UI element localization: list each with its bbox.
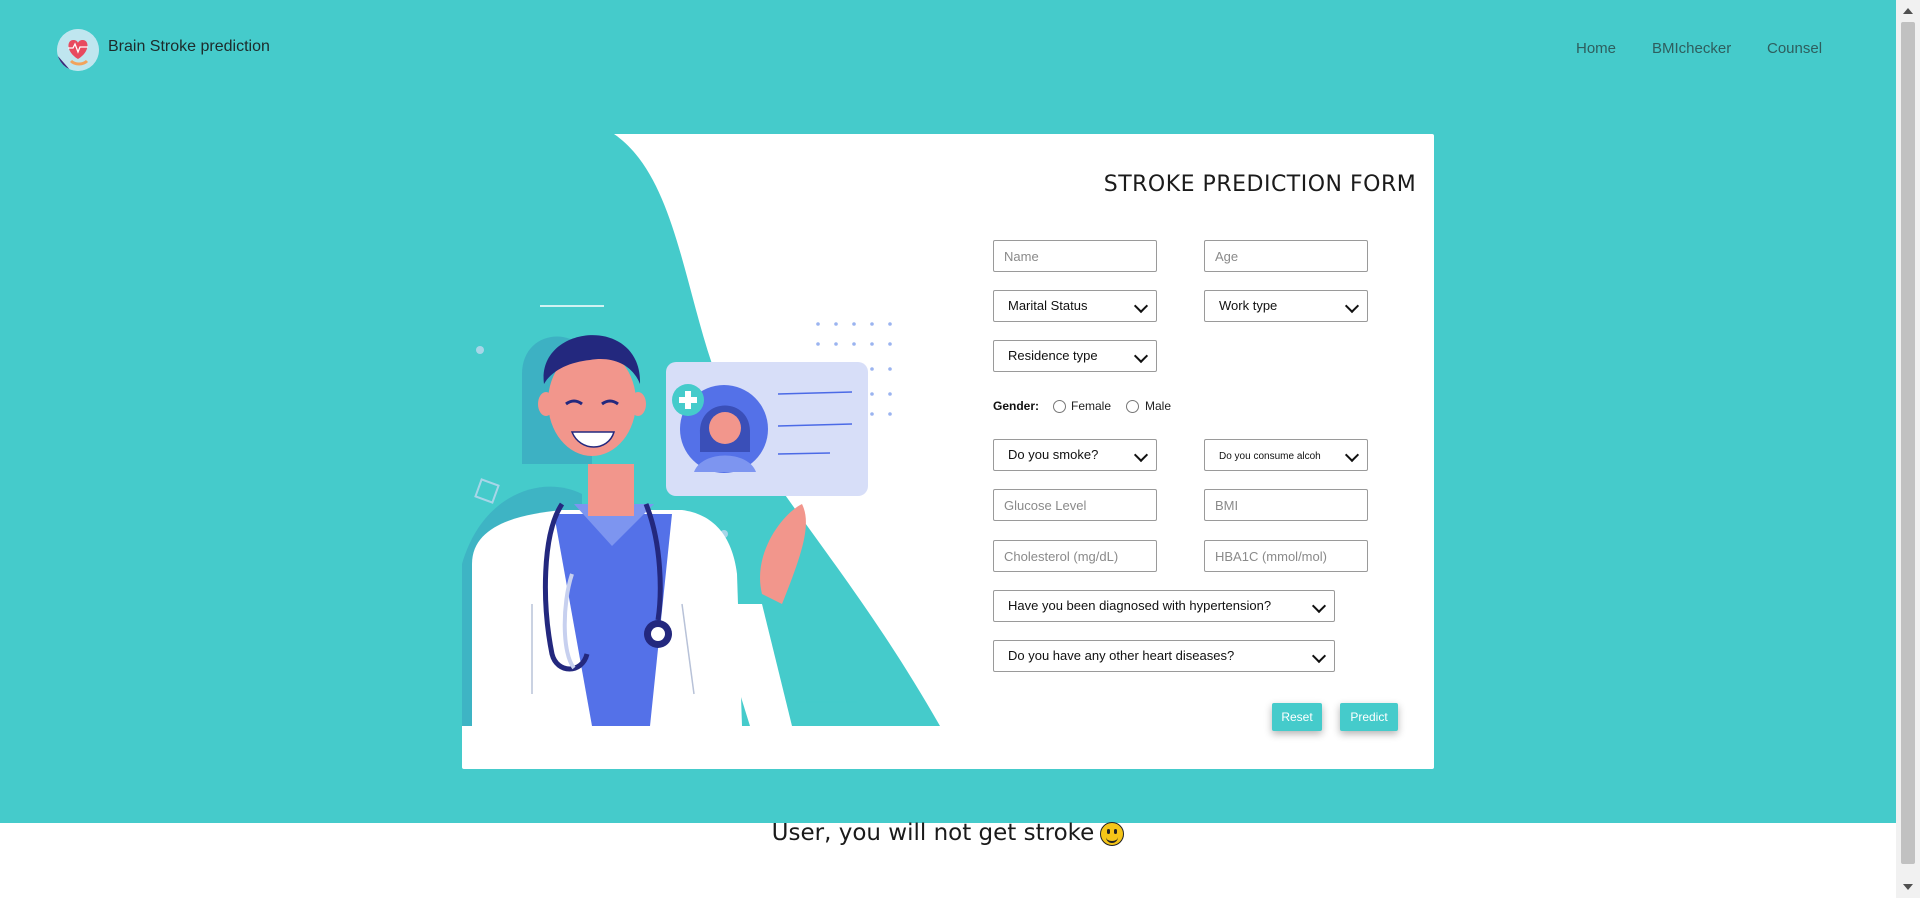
result-text: User, you will not get stroke [771,820,1095,846]
alcohol-label: Do you consume alcoh [1219,451,1321,462]
gender-male-radio[interactable] [1126,400,1139,413]
chevron-down-icon [1133,298,1149,314]
gender-male-label: Male [1145,399,1172,413]
marital-status-select[interactable]: Marital Status [993,290,1157,322]
bmi-input[interactable] [1204,489,1368,521]
gender-female-radio[interactable] [1053,400,1066,413]
brand-logo[interactable] [57,29,99,71]
smoke-select[interactable]: Do you smoke? [993,439,1157,471]
scroll-up-arrow-icon[interactable] [1903,8,1913,14]
hypertension-label: Have you been diagnosed with hypertensio… [1008,598,1272,613]
alcohol-select[interactable]: Do you consume alcoh [1204,439,1368,471]
predict-button[interactable]: Predict [1340,703,1398,731]
nav-home[interactable]: Home [1576,40,1616,57]
hba1c-input[interactable] [1204,540,1368,572]
nav-counsel[interactable]: Counsel [1767,40,1822,57]
cholesterol-input[interactable] [993,540,1157,572]
chevron-down-icon [1133,447,1149,463]
heart-logo-icon [57,29,99,71]
heart-disease-label: Do you have any other heart diseases? [1008,648,1235,663]
hypertension-select[interactable]: Have you been diagnosed with hypertensio… [993,590,1335,622]
name-input[interactable] [993,240,1157,272]
nav-bmichecker[interactable]: BMIchecker [1652,40,1731,57]
work-type-label: Work type [1219,298,1278,313]
smiley-icon [1100,821,1125,846]
chevron-down-icon [1344,447,1360,463]
glucose-input[interactable] [993,489,1157,521]
marital-status-label: Marital Status [1008,298,1088,313]
prediction-result: User, you will not get stroke [0,820,1896,846]
prediction-card: STROKE PREDICTION FORM Marital Status Wo… [462,134,1434,769]
chevron-down-icon [1311,598,1327,614]
chevron-down-icon [1133,348,1149,364]
work-type-select[interactable]: Work type [1204,290,1368,322]
age-input[interactable] [1204,240,1368,272]
smoke-label: Do you smoke? [1008,447,1099,462]
doctor-illustration [462,134,940,726]
gender-female-label: Female [1071,399,1112,413]
vertical-scrollbar[interactable] [1896,0,1920,898]
form-title: STROKE PREDICTION FORM [1103,172,1417,197]
residence-type-select[interactable]: Residence type [993,340,1157,372]
scrollbar-thumb[interactable] [1901,22,1915,864]
scroll-down-arrow-icon[interactable] [1903,884,1913,890]
gender-label: Gender: [993,399,1040,413]
chevron-down-icon [1344,298,1360,314]
reset-button[interactable]: Reset [1272,703,1322,731]
residence-type-label: Residence type [1008,348,1098,363]
brand-name[interactable]: Brain Stroke prediction [108,38,270,56]
chevron-down-icon [1311,648,1327,664]
heart-disease-select[interactable]: Do you have any other heart diseases? [993,640,1335,672]
